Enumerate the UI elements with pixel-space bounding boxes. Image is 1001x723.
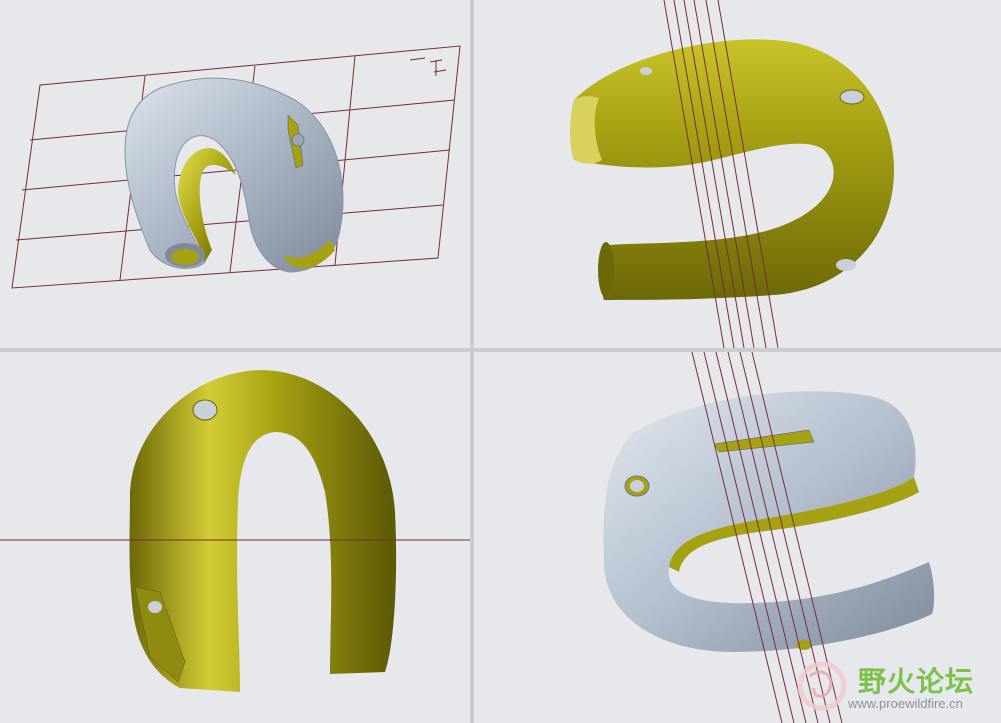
- top-left-view[interactable]: [0, 0, 470, 348]
- forum-watermark: 野火论坛 www.proewildfire.cn: [792, 656, 997, 718]
- top-right-model: [570, 0, 894, 348]
- watermark-logo-icon: [797, 661, 847, 711]
- watermark-url: www.proewildfire.cn: [848, 696, 963, 711]
- bottom-left-model: [0, 370, 470, 692]
- watermark-title: 野火论坛: [858, 665, 975, 698]
- bottom-left-view[interactable]: [0, 352, 470, 723]
- top-right-view[interactable]: [474, 0, 1001, 348]
- top-left-model: [11, 45, 461, 289]
- datum-csys-label: [409, 57, 447, 76]
